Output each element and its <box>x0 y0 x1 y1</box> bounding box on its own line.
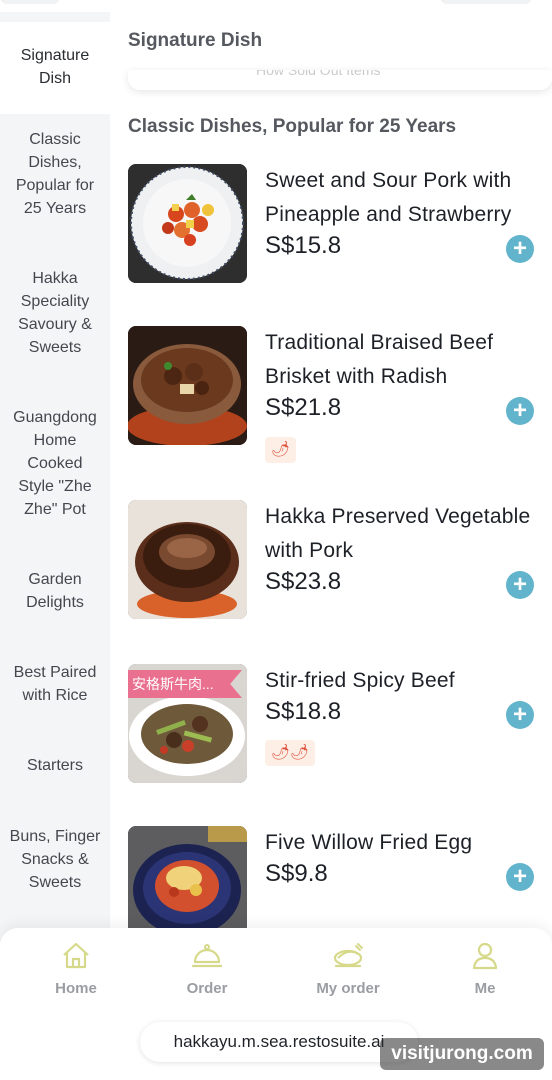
nav-label: Me <box>474 980 496 997</box>
top-control-left <box>0 0 60 4</box>
sidebar-item-hakka-speciality[interactable]: Hakka Speciality Savoury & Sweets <box>0 267 110 359</box>
dish-name: Hakka Preserved Vegetable with Pork <box>265 505 531 562</box>
sidebar-item-best-paired-rice[interactable]: Best Paired with Rice <box>0 661 110 707</box>
dish-name: Traditional Braised Beef Brisket with Ra… <box>265 331 494 388</box>
nav-label: My order <box>316 980 380 997</box>
nav-my-order[interactable]: My order <box>298 940 398 997</box>
person-icon <box>472 942 498 970</box>
dish-image[interactable] <box>128 826 247 930</box>
dish-item[interactable]: Sweet and Sour Pork with Pineapple and S… <box>128 164 542 294</box>
nav-label: Order <box>186 980 228 997</box>
nav-order[interactable]: Order <box>157 940 257 997</box>
sidebar-item-label: Starters <box>26 757 83 774</box>
nav-home[interactable]: Home <box>26 940 126 997</box>
sidebar-item-label: Best Paired with Rice <box>13 664 97 704</box>
add-to-cart-button[interactable]: + <box>506 571 534 599</box>
dish-name: Sweet and Sour Pork with Pineapple and S… <box>265 169 512 226</box>
dish-image[interactable] <box>128 326 247 445</box>
sidebar-item-label: Classic Dishes, Popular for 25 Years <box>15 131 95 217</box>
add-to-cart-button[interactable]: + <box>506 235 534 263</box>
dish-price: S$18.8 <box>265 698 342 725</box>
sidebar-item-classic-dishes[interactable]: Classic Dishes, Popular for 25 Years <box>0 128 110 220</box>
sidebar-item-label: Garden Delights <box>26 571 84 611</box>
dish-image[interactable] <box>128 500 247 619</box>
dish-item[interactable]: Five Willow Fried Egg S$9.8 + <box>128 826 542 930</box>
menu-list: Signature Dish How Sold Out Items Classi… <box>110 0 552 930</box>
category-sidebar: Signature Dish Classic Dishes, Popular f… <box>0 12 110 942</box>
sidebar-item-label: Signature Dish <box>20 47 90 87</box>
dish-item[interactable]: 安格斯牛肉... Stir-fried Spicy Beef S$18.8 + … <box>128 664 542 794</box>
nav-label: Home <box>55 980 97 997</box>
dish-name: Stir-fried Spicy Beef <box>265 669 455 692</box>
sidebar-item-buns-snacks[interactable]: Buns, Finger Snacks & Sweets <box>0 825 110 894</box>
dish-price: S$21.8 <box>265 394 342 421</box>
home-icon <box>63 942 89 969</box>
sidebar-item-garden-delights[interactable]: Garden Delights <box>0 568 110 614</box>
add-to-cart-button[interactable]: + <box>506 701 534 729</box>
dish-image[interactable]: 安格斯牛肉... <box>128 664 247 783</box>
signature-card-text: How Sold Out Items <box>256 70 381 78</box>
sidebar-item-label: Guangdong Home Cooked Style "Zhe Zhe" Po… <box>13 409 97 518</box>
dish-item[interactable]: Hakka Preserved Vegetable with Pork S$23… <box>128 500 542 630</box>
signature-card-partial[interactable]: How Sold Out Items <box>128 70 552 90</box>
sidebar-item-signature-dish[interactable]: Signature Dish <box>0 22 110 114</box>
add-to-cart-button[interactable]: + <box>506 863 534 891</box>
spicy-level-badge: 🌶🌶 <box>265 740 316 766</box>
dish-image[interactable] <box>128 164 247 283</box>
nav-me[interactable]: Me <box>435 940 535 997</box>
promo-tag: 安格斯牛肉... <box>128 670 242 698</box>
sidebar-item-guangdong-pot[interactable]: Guangdong Home Cooked Style "Zhe Zhe" Po… <box>0 406 110 521</box>
watermark: visitjurong.com <box>380 1038 544 1070</box>
sidebar-item-label: Buns, Finger Snacks & Sweets <box>9 828 101 891</box>
section-title-classic: Classic Dishes, Popular for 25 Years <box>128 116 457 137</box>
dish-name: Five Willow Fried Egg <box>265 831 473 854</box>
spicy-level-badge: 🌶 <box>265 437 297 463</box>
sidebar-item-label: Hakka Speciality Savoury & Sweets <box>18 270 92 356</box>
sidebar-item-starters[interactable]: Starters <box>0 754 110 777</box>
add-to-cart-button[interactable]: + <box>506 397 534 425</box>
dish-icon <box>333 943 363 968</box>
section-title-signature: Signature Dish <box>128 30 263 51</box>
address-bar[interactable]: hakkayu.m.sea.restosuite.ai <box>140 1022 418 1062</box>
dish-item[interactable]: Traditional Braised Beef Brisket with Ra… <box>128 326 542 463</box>
dish-price: S$9.8 <box>265 860 328 887</box>
dish-price: S$15.8 <box>265 232 342 259</box>
dish-price: S$23.8 <box>265 568 342 595</box>
cloche-icon <box>191 944 223 968</box>
